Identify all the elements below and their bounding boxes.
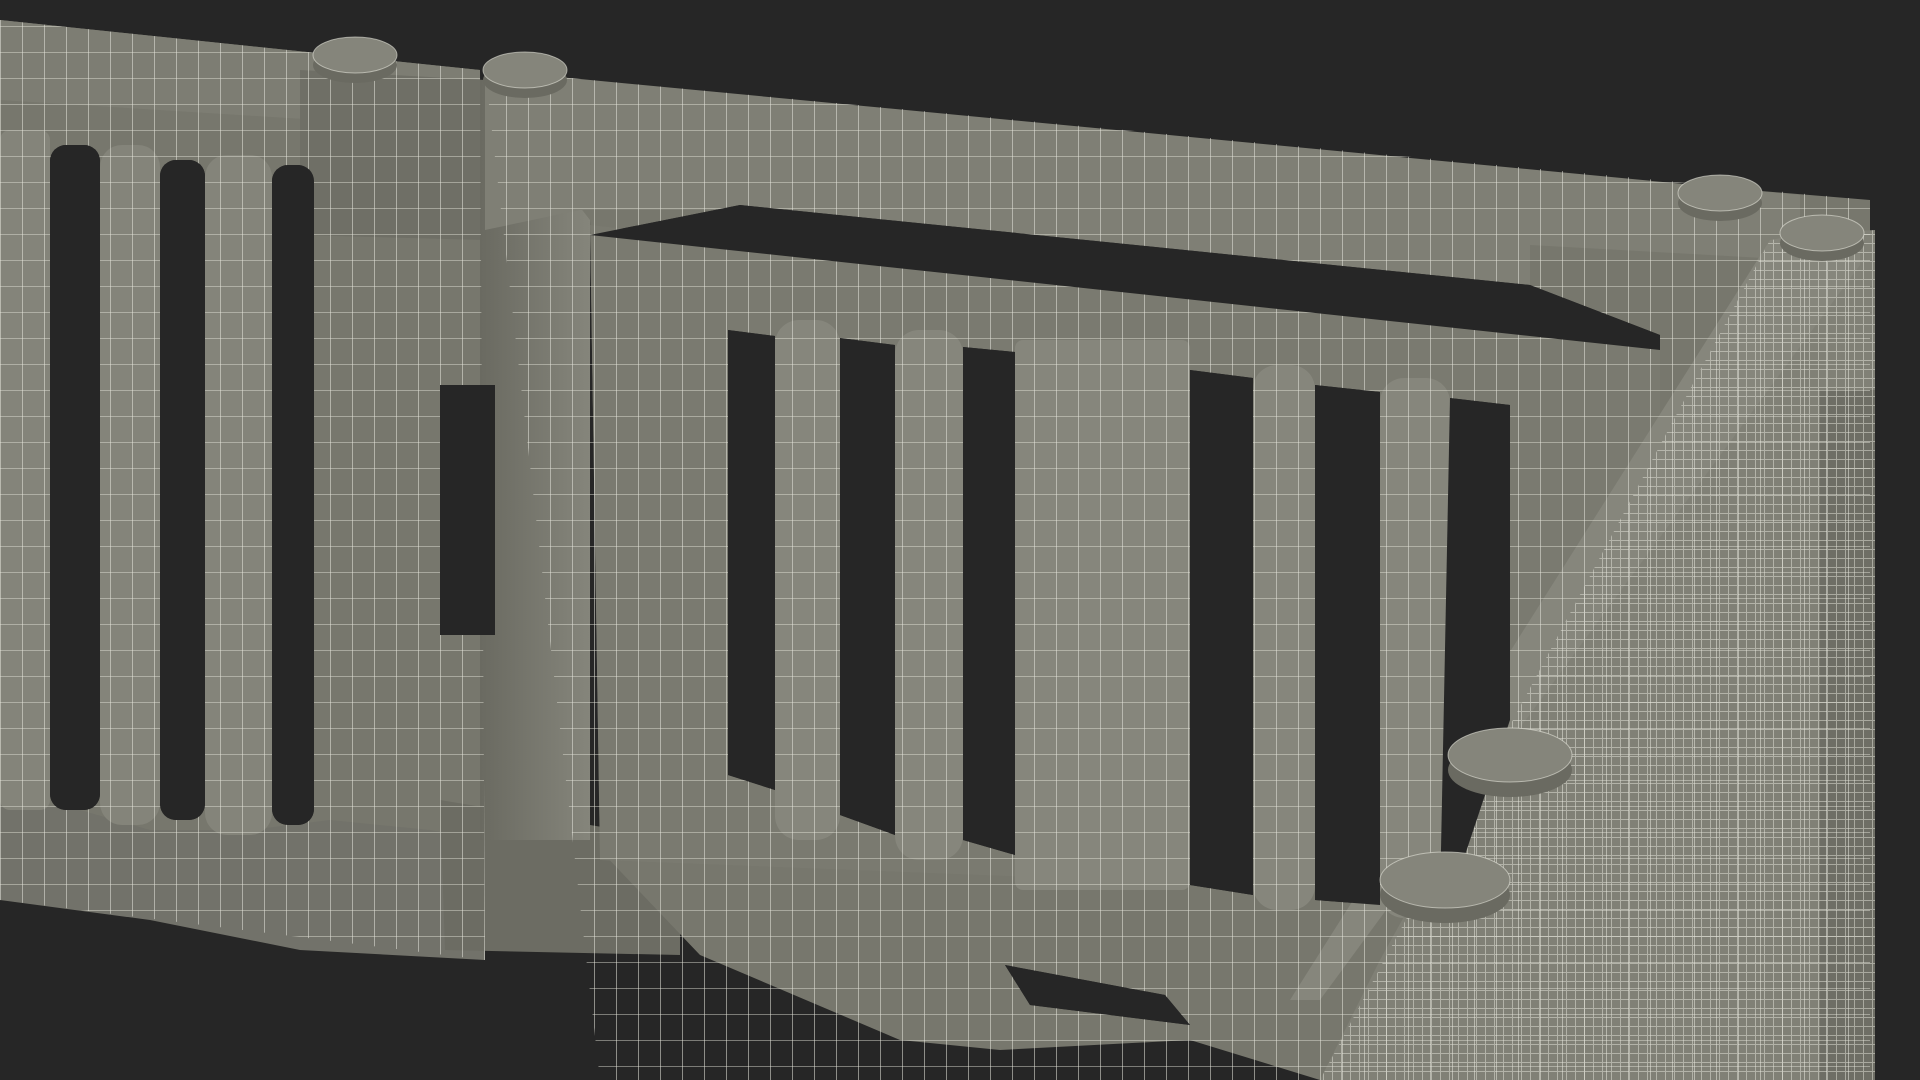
peg-cap bbox=[1779, 214, 1865, 261]
render-viewport bbox=[0, 0, 1920, 1080]
peg-cap bbox=[482, 51, 568, 98]
wireframe-overlay bbox=[0, 20, 1875, 1080]
fence-render bbox=[0, 20, 1875, 1080]
peg-cap bbox=[312, 36, 398, 83]
peg-cap bbox=[1447, 727, 1573, 797]
peg-cap bbox=[1379, 851, 1511, 923]
peg-cap bbox=[1677, 174, 1763, 221]
